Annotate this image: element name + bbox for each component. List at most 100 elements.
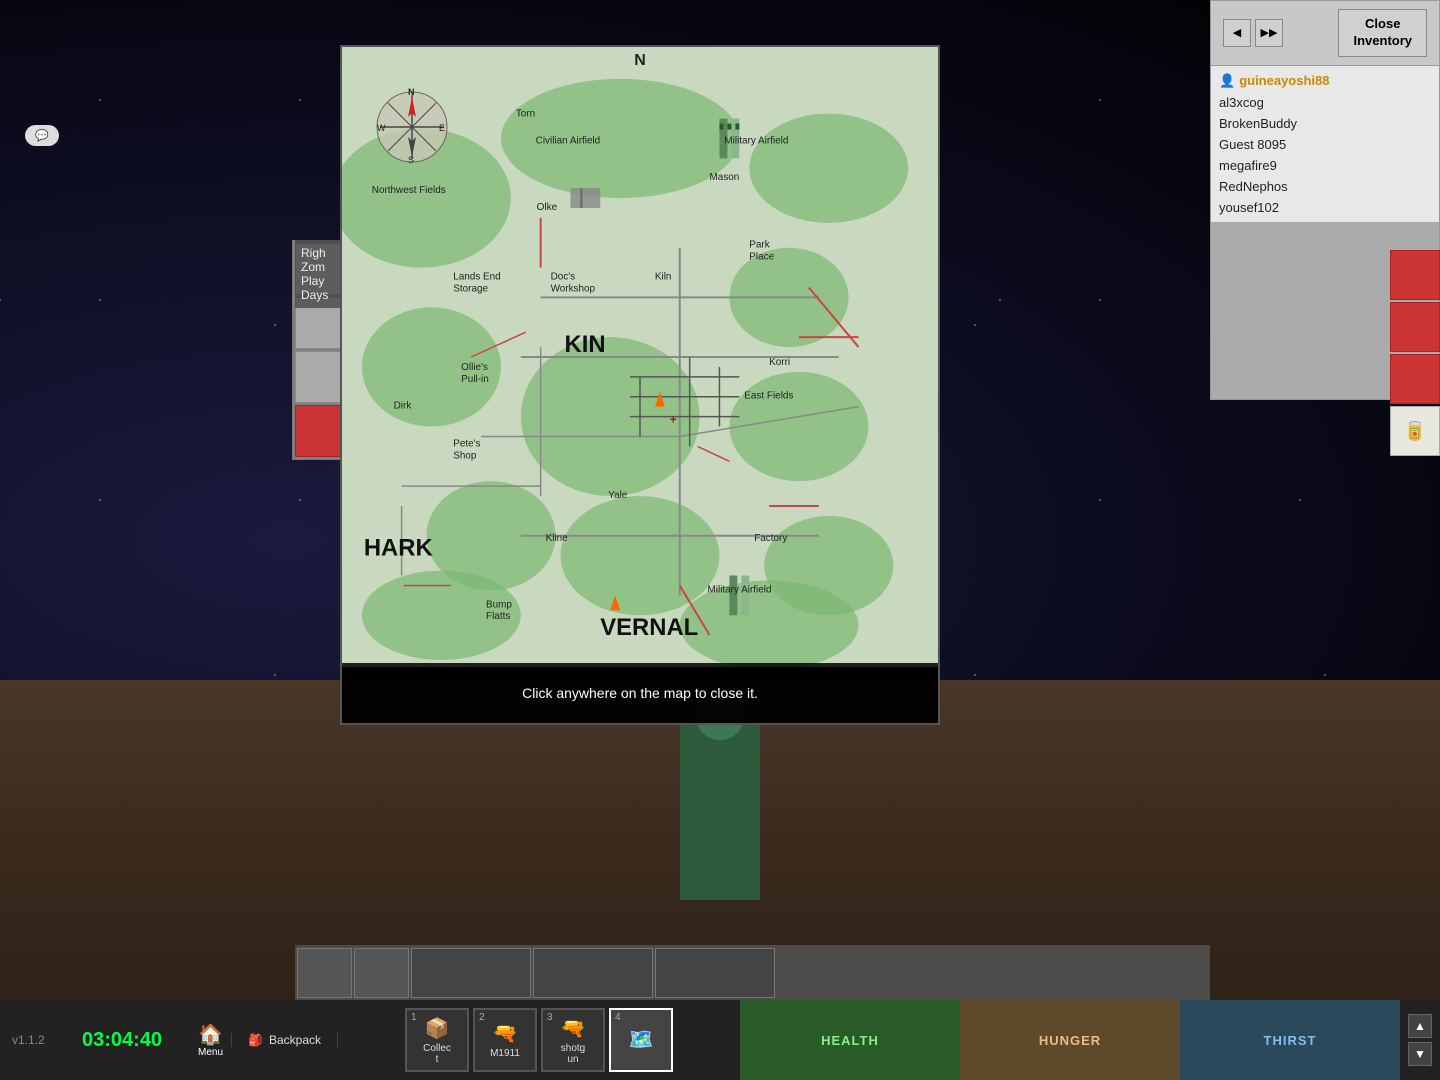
svg-text:Park: Park (749, 240, 769, 251)
player-list: 👤 guineayoshi88 al3xcog BrokenBuddy Gues… (1211, 66, 1439, 222)
svg-text:Pete's: Pete's (453, 438, 480, 449)
svg-text:Civilian Airfield: Civilian Airfield (536, 135, 601, 146)
map-container[interactable]: + Torn Northwest Fields Civilian Airfiel… (342, 47, 938, 667)
inv-bottom-item[interactable] (354, 948, 409, 998)
hotbar-num-2: 2 (479, 1012, 485, 1023)
svg-text:Korri: Korri (769, 357, 790, 368)
hotbar-num-1: 1 (411, 1012, 417, 1023)
svg-text:Yale: Yale (608, 490, 628, 501)
stat-zombie: Zom (301, 260, 344, 274)
scroll-down-button[interactable]: ▼ (1408, 1042, 1432, 1066)
svg-text:Doc's: Doc's (551, 272, 576, 283)
map-overlay[interactable]: N (340, 45, 940, 725)
hotbar-num-4: 4 (615, 1012, 621, 1023)
player-item[interactable]: 👤 guineayoshi88 (1219, 70, 1431, 92)
player-item[interactable]: yousef102 (1219, 197, 1431, 218)
inv-item-1[interactable] (1390, 250, 1440, 300)
svg-text:W: W (377, 123, 386, 133)
bottom-hud: v1.1.2 03:04:40 🏠 Menu 🎒 Backpack 1 📦 Co… (0, 1000, 1440, 1080)
status-bars: HEALTH HUNGER THIRST (740, 1000, 1400, 1080)
svg-text:Olke: Olke (537, 202, 558, 213)
svg-text:Northwest Fields: Northwest Fields (372, 185, 446, 196)
svg-text:Flatts: Flatts (486, 611, 510, 622)
map-close-hint: Click anywhere on the map to close it. (342, 663, 938, 723)
svg-text:East Fields: East Fields (744, 391, 793, 402)
inv-item-can[interactable]: 🥫 (1390, 406, 1440, 456)
health-bar: HEALTH (740, 1000, 960, 1080)
inv-bottom-item-wide[interactable] (533, 948, 653, 998)
inv-item-3[interactable] (1390, 354, 1440, 404)
speech-bubble: 💬 (25, 125, 59, 146)
hotbar-slot-3[interactable]: 3 🔫 shotgun (541, 1008, 605, 1072)
svg-text:Workshop: Workshop (551, 283, 596, 294)
hotbar: 1 📦 Collect 2 🔫 M1911 3 🔫 shotgun 4 🗺️ (338, 1008, 740, 1072)
svg-text:+: + (670, 413, 677, 427)
svg-text:S: S (408, 155, 414, 165)
player-character (680, 720, 760, 900)
player-item[interactable]: BrokenBuddy (1219, 113, 1431, 134)
svg-text:Military Airfield: Military Airfield (724, 135, 788, 146)
svg-text:Kline: Kline (546, 533, 569, 544)
inv-item-2[interactable] (1390, 302, 1440, 352)
inv-bottom-item-wide[interactable] (411, 948, 531, 998)
hotbar-icon-2: 🔫 (493, 1021, 518, 1046)
svg-text:VERNAL: VERNAL (600, 614, 698, 641)
version-label: v1.1.2 (0, 1033, 70, 1047)
scroll-up-button[interactable]: ▲ (1408, 1014, 1432, 1038)
bottom-inventory-row (295, 945, 1210, 1000)
svg-text:Pull-in: Pull-in (461, 374, 489, 385)
menu-button[interactable]: 🏠 Menu (190, 1022, 231, 1058)
stat-days: Days (301, 288, 344, 302)
svg-text:Kiln: Kiln (655, 272, 672, 283)
svg-text:E: E (439, 123, 445, 133)
svg-text:Military Airfield: Military Airfield (708, 584, 772, 595)
svg-text:Lands End: Lands End (453, 272, 500, 283)
player-item[interactable]: RedNephos (1219, 176, 1431, 197)
health-label: HEALTH (821, 1033, 879, 1048)
hotbar-label-1: Collect (423, 1043, 451, 1065)
player-item[interactable]: Guest 8095 (1219, 134, 1431, 155)
backpack-label: Backpack (269, 1033, 321, 1047)
thirst-label: THIRST (1264, 1033, 1317, 1048)
panel-forward-button[interactable]: ▶▶ (1255, 19, 1283, 47)
close-inventory-button[interactable]: Close Inventory (1338, 9, 1427, 57)
backpack-button[interactable]: 🎒 Backpack (231, 1033, 338, 1047)
svg-text:Mason: Mason (710, 172, 740, 183)
menu-label: Menu (198, 1047, 223, 1058)
right-inventory-items: 🥫 (1390, 250, 1440, 456)
compass: N S W E (372, 87, 452, 167)
inventory-header: ◀ ▶▶ Close Inventory (1211, 1, 1439, 66)
home-icon: 🏠 (198, 1022, 223, 1047)
stat-player: Play (301, 274, 344, 288)
svg-text:Dirk: Dirk (394, 401, 412, 412)
inv-bottom-item-wide[interactable] (655, 948, 775, 998)
hotbar-label-2: M1911 (490, 1048, 520, 1059)
stat-right: Righ (301, 246, 344, 260)
hotbar-icon-1: 📦 (425, 1016, 450, 1041)
player-item[interactable]: megafire9 (1219, 155, 1431, 176)
svg-text:KIN: KIN (565, 331, 606, 358)
hunger-label: HUNGER (1039, 1033, 1101, 1048)
svg-text:Shop: Shop (453, 450, 477, 461)
hunger-bar: HUNGER (960, 1000, 1180, 1080)
inv-bottom-item[interactable] (297, 948, 352, 998)
hotbar-slot-1[interactable]: 1 📦 Collect (405, 1008, 469, 1072)
panel-icons: ◀ ▶▶ (1223, 19, 1283, 47)
svg-text:Torn: Torn (516, 109, 535, 120)
hotbar-icon-4: 🗺️ (629, 1027, 654, 1052)
backpack-icon: 🎒 (248, 1033, 263, 1047)
north-label: N (634, 52, 646, 70)
panel-back-button[interactable]: ◀ (1223, 19, 1251, 47)
thirst-bar: THIRST (1180, 1000, 1400, 1080)
hotbar-icon-3: 🔫 (561, 1016, 586, 1041)
hotbar-slot-4[interactable]: 4 🗺️ (609, 1008, 673, 1072)
hotbar-slot-2[interactable]: 2 🔫 M1911 (473, 1008, 537, 1072)
svg-text:Bump: Bump (486, 599, 512, 610)
hotbar-label-3: shotgun (561, 1043, 585, 1065)
svg-text:Place: Place (749, 252, 774, 263)
player-item[interactable]: al3xcog (1219, 92, 1431, 113)
svg-text:N: N (408, 87, 415, 97)
svg-text:HARK: HARK (364, 535, 433, 562)
svg-text:Ollie's: Ollie's (461, 362, 488, 373)
svg-text:Storage: Storage (453, 283, 488, 294)
